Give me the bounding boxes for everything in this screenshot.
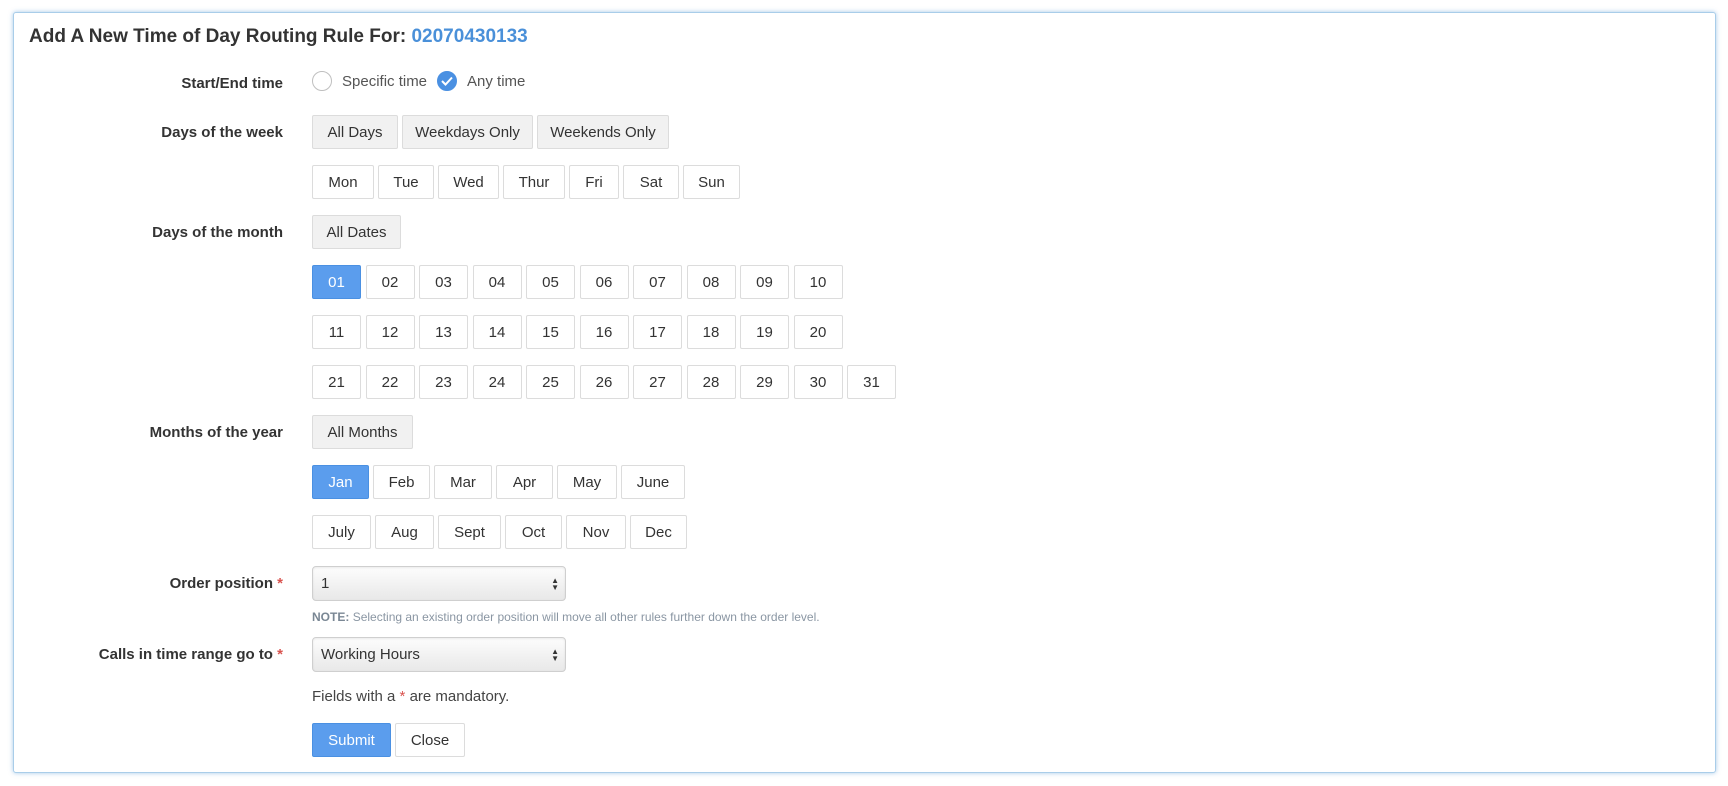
submit-button[interactable]: Submit [312,723,391,757]
date-button-07[interactable]: 07 [633,265,682,299]
calls-destination-value: Working Hours [321,646,420,663]
page-title: Add A New Time of Day Routing Rule For: … [29,26,528,48]
date-button-26[interactable]: 26 [579,365,629,399]
weekends-only-button[interactable]: Weekends Only [537,115,669,149]
day-button-mon[interactable]: Mon [312,165,374,199]
date-button-09[interactable]: 09 [740,265,789,299]
day-button-tue[interactable]: Tue [378,165,434,199]
required-mark: * [277,646,283,663]
required-mark: * [277,575,283,592]
select-arrows-icon: ▲ ▼ [551,575,559,592]
date-button-23[interactable]: 23 [419,365,468,399]
title-text: Add A New Time of Day Routing Rule For: [29,26,407,47]
order-position-value: 1 [321,575,330,592]
month-button-mar[interactable]: Mar [434,465,492,499]
date-button-14[interactable]: 14 [472,315,522,349]
date-button-05[interactable]: 05 [526,265,575,299]
date-button-19[interactable]: 19 [740,315,789,349]
day-button-sun[interactable]: Sun [683,165,740,199]
date-button-31[interactable]: 31 [847,365,896,399]
date-button-29[interactable]: 29 [740,365,789,399]
month-button-feb[interactable]: Feb [373,465,430,499]
radio-unchecked-icon [312,71,332,91]
note-text: Selecting an existing order position wil… [352,610,820,624]
date-button-03[interactable]: 03 [419,265,468,299]
date-button-28[interactable]: 28 [686,365,736,399]
day-button-thur[interactable]: Thur [503,165,565,199]
month-button-may[interactable]: May [557,465,617,499]
date-button-18[interactable]: 18 [686,315,736,349]
date-button-10[interactable]: 10 [793,265,843,299]
month-button-jan[interactable]: Jan [312,465,369,499]
date-button-04[interactable]: 04 [472,265,522,299]
specific-time-radio[interactable]: Specific time [312,71,427,91]
order-position-label-text: Order position [169,575,273,592]
month-button-dec[interactable]: Dec [630,515,687,549]
any-time-radio[interactable]: Any time [437,71,525,91]
all-days-button[interactable]: All Days [312,115,398,149]
month-button-apr[interactable]: Apr [496,465,553,499]
day-button-sat[interactable]: Sat [623,165,679,199]
note-label: NOTE: [312,610,350,624]
select-arrows-icon: ▲ ▼ [551,646,559,663]
days-of-month-label: Days of the month [152,224,283,241]
date-button-08[interactable]: 08 [686,265,736,299]
routing-rule-panel: Add A New Time of Day Routing Rule For: … [13,12,1716,773]
date-button-02[interactable]: 02 [365,265,415,299]
date-button-16[interactable]: 16 [579,315,629,349]
date-button-13[interactable]: 13 [419,315,468,349]
date-button-12[interactable]: 12 [365,315,415,349]
date-button-21[interactable]: 21 [312,365,361,399]
month-button-sept[interactable]: Sept [438,515,501,549]
start-end-time-label: Start/End time [181,75,283,92]
date-button-30[interactable]: 30 [793,365,843,399]
day-button-fri[interactable]: Fri [569,165,619,199]
mandatory-suffix: are mandatory. [409,688,510,705]
days-of-week-label: Days of the week [161,124,283,141]
months-of-year-label: Months of the year [149,424,283,441]
order-position-select[interactable]: 1 ▲ ▼ [312,566,566,601]
mandatory-prefix: Fields with a [312,688,396,705]
close-button[interactable]: Close [395,723,465,757]
required-mark: * [399,688,406,705]
mandatory-note: Fields with a * are mandatory. [312,688,509,705]
day-button-wed[interactable]: Wed [438,165,499,199]
date-button-20[interactable]: 20 [793,315,843,349]
calls-destination-select[interactable]: Working Hours ▲ ▼ [312,637,566,672]
date-button-17[interactable]: 17 [633,315,682,349]
calls-destination-label-text: Calls in time range go to [98,646,273,663]
month-button-oct[interactable]: Oct [505,515,562,549]
order-position-label: Order position * [0,575,283,592]
all-dates-button[interactable]: All Dates [312,215,401,249]
calls-destination-label: Calls in time range go to * [0,646,283,663]
month-button-aug[interactable]: Aug [375,515,434,549]
date-button-25[interactable]: 25 [526,365,575,399]
date-button-22[interactable]: 22 [365,365,415,399]
date-button-06[interactable]: 06 [579,265,629,299]
check-icon [437,71,458,91]
specific-time-label: Specific time [342,72,428,90]
month-button-july[interactable]: July [312,515,371,549]
all-months-button[interactable]: All Months [312,415,413,449]
any-time-label: Any time [467,72,526,90]
date-button-27[interactable]: 27 [633,365,682,399]
date-button-01[interactable]: 01 [312,265,361,299]
month-button-june[interactable]: June [621,465,685,499]
phone-number: 02070430133 [411,26,528,47]
date-button-11[interactable]: 11 [312,315,361,349]
order-position-note: NOTE: Selecting an existing order positi… [312,610,820,624]
date-button-15[interactable]: 15 [526,315,575,349]
weekdays-only-button[interactable]: Weekdays Only [402,115,533,149]
month-button-nov[interactable]: Nov [566,515,626,549]
date-button-24[interactable]: 24 [472,365,522,399]
